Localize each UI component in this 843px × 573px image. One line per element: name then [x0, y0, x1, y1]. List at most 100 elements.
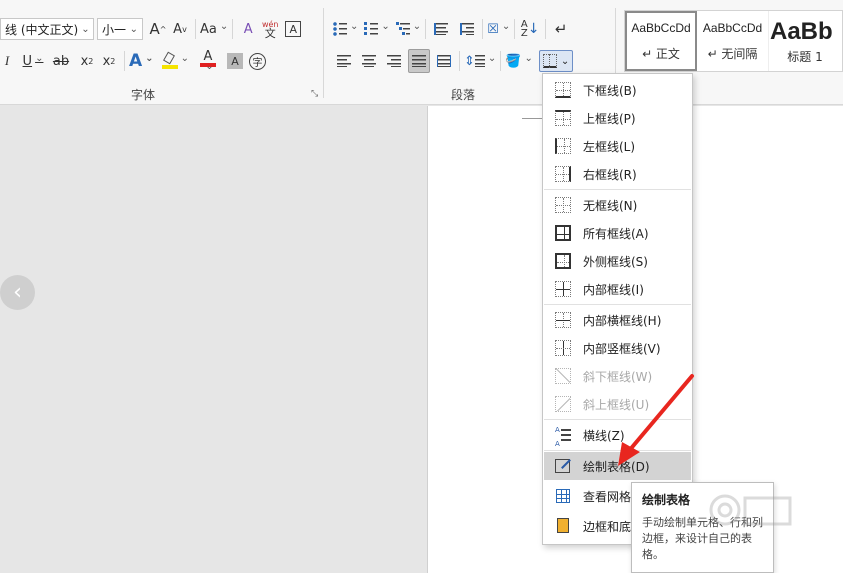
- align-left-icon: [337, 55, 351, 67]
- menu-item-outside-borders[interactable]: 外侧框线(S): [544, 247, 691, 275]
- clear-format-icon: A: [243, 21, 253, 37]
- font-size-combo[interactable]: 小一 ⌄: [97, 18, 143, 40]
- underline-button[interactable]: U: [22, 49, 44, 73]
- superscript-icon: x: [102, 53, 111, 69]
- numbering-icon: [364, 22, 379, 36]
- text-effect-icon: A: [129, 51, 143, 71]
- subscript-button[interactable]: x2: [76, 49, 98, 73]
- enclose-char-button[interactable]: 字: [248, 52, 266, 70]
- menu-item-bottom-border[interactable]: 下框线(B): [544, 76, 691, 104]
- font-row-1: 线 (中文正文)⌄ 小一⌄ A^ Av Aa A wén 文 A: [0, 17, 302, 41]
- menu-item-inside-borders[interactable]: 内部框线(I): [544, 275, 691, 303]
- align-right-button[interactable]: [383, 49, 405, 73]
- border-inside-icon: [555, 281, 571, 297]
- sort-button[interactable]: A Z ↓: [519, 17, 541, 41]
- menu-item-label: 斜下框线(W): [583, 369, 653, 384]
- menu-item-diagonal-down: 斜下框线(W): [544, 362, 691, 390]
- chinese-layout-icon: ☒: [487, 21, 499, 37]
- paragraph-row-2: ⇕ 🪣 ⌄: [333, 49, 574, 73]
- numbering-button[interactable]: [364, 17, 389, 41]
- menu-separator: [544, 189, 691, 190]
- menu-item-all-borders[interactable]: 所有框线(A): [544, 219, 691, 247]
- style-name: ↵ 无间隔: [707, 46, 758, 61]
- distributed-button[interactable]: [433, 49, 455, 73]
- menu-item-left-border[interactable]: 左框线(L): [544, 132, 691, 160]
- align-left-button[interactable]: [333, 49, 355, 73]
- menu-item-top-border[interactable]: 上框线(P): [544, 104, 691, 132]
- document-canvas: [0, 106, 427, 573]
- strikethrough-button[interactable]: ab: [50, 49, 72, 73]
- line-spacing-button[interactable]: ⇕: [464, 49, 496, 73]
- border-bottom-icon: [542, 54, 557, 68]
- style-no-spacing[interactable]: AaBbCcDd ↵ 无间隔: [697, 11, 769, 71]
- line-spacing-icon: ⇕: [464, 54, 485, 69]
- menu-item-no-border[interactable]: 无框线(N): [544, 191, 691, 219]
- show-marks-button[interactable]: ↵: [550, 17, 572, 41]
- menu-item-label: 下框线(B): [583, 83, 637, 98]
- font-row-2: I U ab x2 x2 A A A 字: [0, 49, 266, 73]
- menu-item-label: 斜上框线(U): [583, 397, 650, 412]
- change-case-button[interactable]: Aa: [200, 17, 228, 41]
- increase-indent-button[interactable]: [456, 17, 478, 41]
- menu-item-draw-table[interactable]: 绘制表格(D): [544, 452, 691, 480]
- shrink-font-icon: A: [173, 21, 183, 37]
- menu-item-inside-vertical[interactable]: 内部竖框线(V): [544, 334, 691, 362]
- shading-button[interactable]: 🪣: [505, 49, 533, 73]
- style-sample: AaBbCcDd: [702, 20, 763, 35]
- chevron-down-icon: ⌄: [560, 55, 570, 67]
- strikethrough-icon: ab: [52, 53, 70, 69]
- font-name-combo[interactable]: 线 (中文正文) ⌄: [0, 18, 94, 40]
- align-right-icon: [387, 55, 401, 67]
- align-center-button[interactable]: [358, 49, 380, 73]
- italic-button[interactable]: I: [0, 49, 14, 73]
- font-color-button[interactable]: A: [197, 49, 219, 73]
- shrink-font-button[interactable]: Av: [169, 17, 191, 41]
- italic-icon: I: [4, 53, 10, 68]
- view-gridlines-icon: [555, 488, 571, 504]
- border-outside-icon: [555, 253, 571, 269]
- border-bottom-icon: [555, 82, 571, 98]
- menu-item-label: 上框线(P): [583, 111, 636, 126]
- font-group-label: 字体: [131, 88, 156, 102]
- style-normal[interactable]: AaBbCcDd ↵ 正文: [625, 11, 697, 71]
- style-heading-1[interactable]: AaBb 标题 1: [769, 11, 841, 71]
- menu-item-horizontal-line[interactable]: AA 横线(Z): [544, 421, 691, 449]
- phonetic-guide-button[interactable]: wén 文: [259, 17, 281, 41]
- chinese-layout-button[interactable]: ☒: [487, 17, 510, 41]
- decrease-indent-button[interactable]: [430, 17, 452, 41]
- menu-item-label: 外侧框线(S): [583, 254, 648, 269]
- diagonal-up-icon: [555, 396, 571, 412]
- font-color-letter: A: [203, 48, 213, 64]
- grow-font-button[interactable]: A ^: [147, 17, 169, 41]
- menu-item-inside-horizontal[interactable]: 内部横框线(H): [544, 306, 691, 334]
- divider: [124, 51, 125, 71]
- chevron-down-icon: ⌄: [129, 23, 138, 35]
- previous-nav-button[interactable]: ‹: [0, 275, 35, 310]
- highlight-button[interactable]: [161, 49, 189, 73]
- change-case-icon: Aa: [200, 21, 217, 37]
- char-shading-button[interactable]: A: [226, 53, 243, 69]
- enclose-char-icon: 字: [252, 57, 263, 69]
- divider: [500, 51, 502, 71]
- char-shading-icon: A: [231, 54, 239, 68]
- borders-button[interactable]: ⌄: [538, 50, 574, 72]
- underline-icon: U: [22, 53, 33, 69]
- justify-button[interactable]: [408, 49, 430, 73]
- style-sample: AaBbCcDd: [631, 20, 691, 35]
- menu-item-label: 内部框线(I): [583, 282, 644, 297]
- watermark-logo: [709, 494, 792, 526]
- bullets-button[interactable]: [333, 17, 358, 41]
- menu-item-right-border[interactable]: 右框线(R): [544, 160, 691, 188]
- paragraph-group-label: 段落: [451, 88, 476, 102]
- menu-item-label: 查看网格: [583, 489, 632, 504]
- font-dialog-launcher-icon[interactable]: ⤡: [311, 89, 318, 99]
- menu-item-label: 绘制表格(D): [583, 459, 650, 474]
- multilevel-list-button[interactable]: [395, 17, 421, 41]
- text-effect-button[interactable]: A: [129, 49, 154, 73]
- char-border-icon: A: [289, 22, 298, 36]
- margin-marker: [522, 118, 544, 119]
- superscript-button[interactable]: x2: [98, 49, 120, 73]
- menu-separator: [544, 304, 691, 305]
- clear-format-button[interactable]: A: [237, 17, 259, 41]
- char-border-button[interactable]: A: [285, 21, 302, 37]
